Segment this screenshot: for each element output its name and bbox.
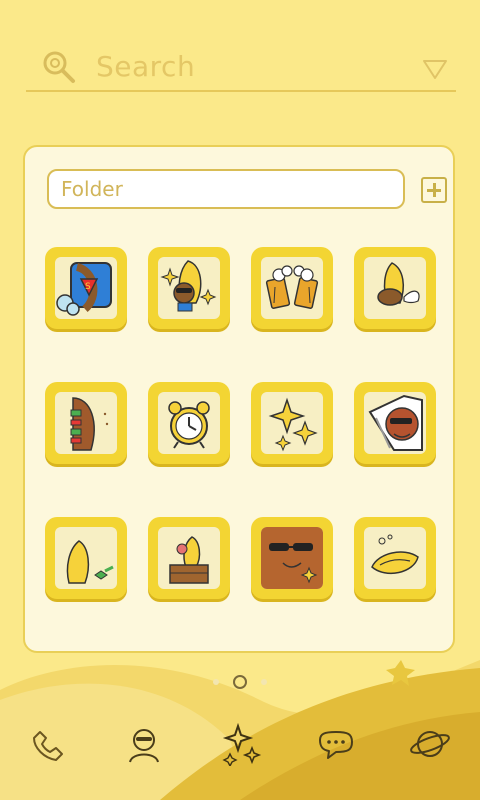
app-icon-beer[interactable] [251, 247, 333, 329]
sparkles-icon [268, 397, 318, 452]
app-icon-winged-banana[interactable] [354, 247, 436, 329]
search-placeholder[interactable]: Search [96, 50, 195, 83]
page-dot-current[interactable] [233, 675, 247, 689]
cool-face-icon [261, 527, 323, 589]
search-bar[interactable]: Search [26, 42, 456, 92]
page-dot[interactable] [261, 679, 267, 685]
app-icon-sunglasses-banana[interactable] [148, 247, 230, 329]
app-icon-peeking-character[interactable] [354, 382, 436, 464]
app-icon-banana-peel[interactable] [45, 517, 127, 599]
banana-in-box-icon [169, 536, 209, 584]
folder-name-field[interactable]: Folder [47, 169, 405, 209]
app-icon-superhero[interactable]: S [45, 247, 127, 329]
app-icon-sparkles[interactable] [251, 382, 333, 464]
dock-browser[interactable] [408, 722, 452, 766]
contacts-icon [129, 729, 159, 763]
add-app-button[interactable] [421, 177, 447, 203]
page-dot[interactable] [213, 679, 219, 685]
app-icon-sandwich[interactable] [45, 382, 127, 464]
app-icon-alarm-clock[interactable] [148, 382, 230, 464]
planet-browser-icon [410, 731, 450, 757]
app-icon-banana-box[interactable] [148, 517, 230, 599]
dock-contacts[interactable] [122, 722, 166, 766]
dock-phone[interactable] [26, 722, 70, 766]
phone-icon [33, 731, 63, 761]
triangle-down-icon[interactable] [422, 58, 448, 80]
sunglasses-banana-icon [160, 260, 217, 312]
winged-banana-icon [377, 262, 420, 306]
peeking-character-icon [368, 394, 423, 451]
sandwich-icon [70, 397, 109, 451]
sparkle-apps-icon [222, 722, 262, 768]
banana-peel-icon [66, 540, 114, 584]
app-icon-cool-face[interactable] [251, 517, 333, 599]
app-icon-sleeping-banana[interactable] [354, 517, 436, 599]
message-icon [319, 731, 353, 759]
sleeping-banana-icon [371, 534, 419, 575]
superhero-banana-icon: S [56, 262, 112, 316]
svg-text:S: S [85, 282, 91, 292]
alarm-clock-icon [168, 401, 210, 449]
dock-app-drawer[interactable] [218, 722, 262, 768]
beer-mugs-icon [265, 265, 319, 309]
search-icon [43, 51, 75, 83]
dock-messages[interactable] [314, 722, 358, 766]
page-indicator [0, 674, 480, 689]
